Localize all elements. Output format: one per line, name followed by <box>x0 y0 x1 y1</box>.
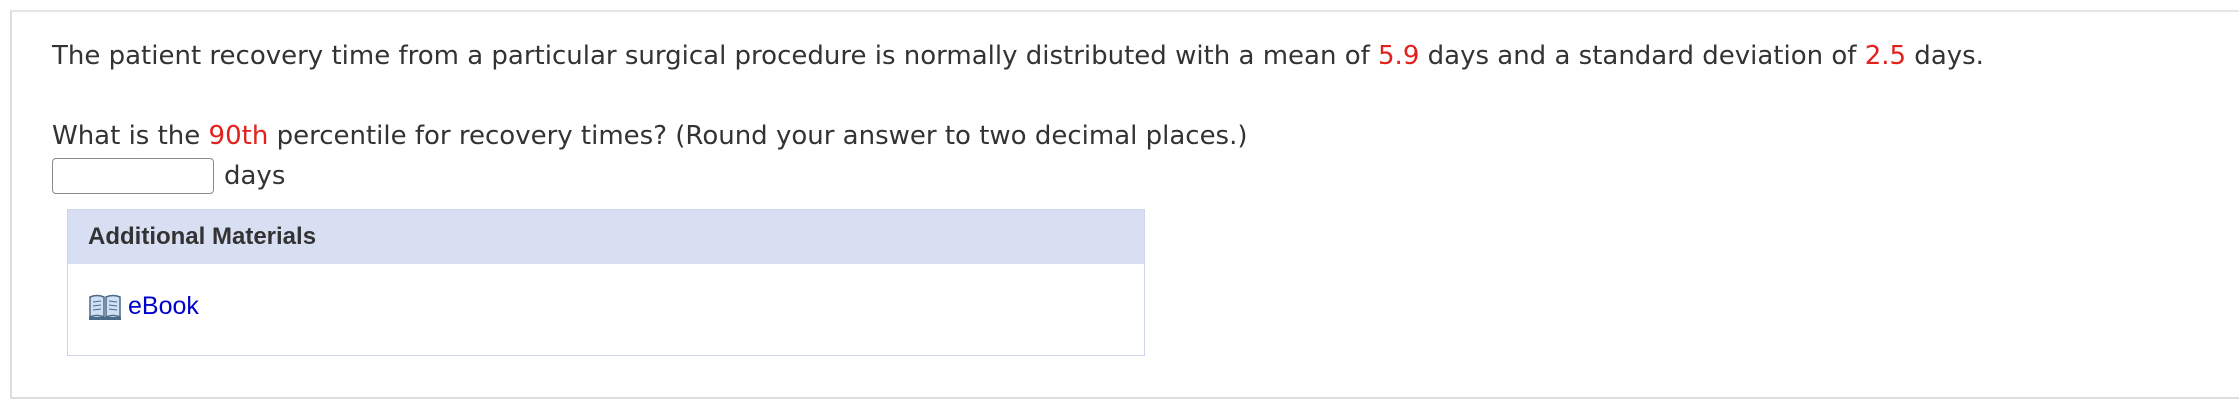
book-icon <box>88 293 122 321</box>
answer-unit: days <box>224 161 286 191</box>
additional-materials-box: Additional Materials eBook <box>67 209 1145 356</box>
sd-value: 2.5 <box>1864 41 1907 71</box>
prompt-text-1: What is the <box>52 121 209 151</box>
prompt-text-2: percentile for recovery times? (Round yo… <box>268 121 1248 151</box>
ebook-label: eBook <box>128 292 199 320</box>
ebook-link[interactable]: eBook <box>88 292 199 321</box>
question-prompt: What is the 90th percentile for recovery… <box>52 119 1248 153</box>
answer-input[interactable] <box>52 158 214 194</box>
mean-value: 5.9 <box>1378 41 1420 71</box>
statement-text-3: days. <box>1906 41 1984 71</box>
percentile-value: 90th <box>208 121 269 151</box>
question-panel: The patient recovery time from a particu… <box>10 10 2239 399</box>
statement-text-1: The patient recovery time from a particu… <box>52 41 1379 71</box>
statement-text-2: days and a standard deviation of <box>1419 41 1865 71</box>
answer-row: days <box>52 156 285 196</box>
question-statement: The patient recovery time from a particu… <box>52 39 1984 73</box>
additional-materials-header: Additional Materials <box>68 210 1144 264</box>
